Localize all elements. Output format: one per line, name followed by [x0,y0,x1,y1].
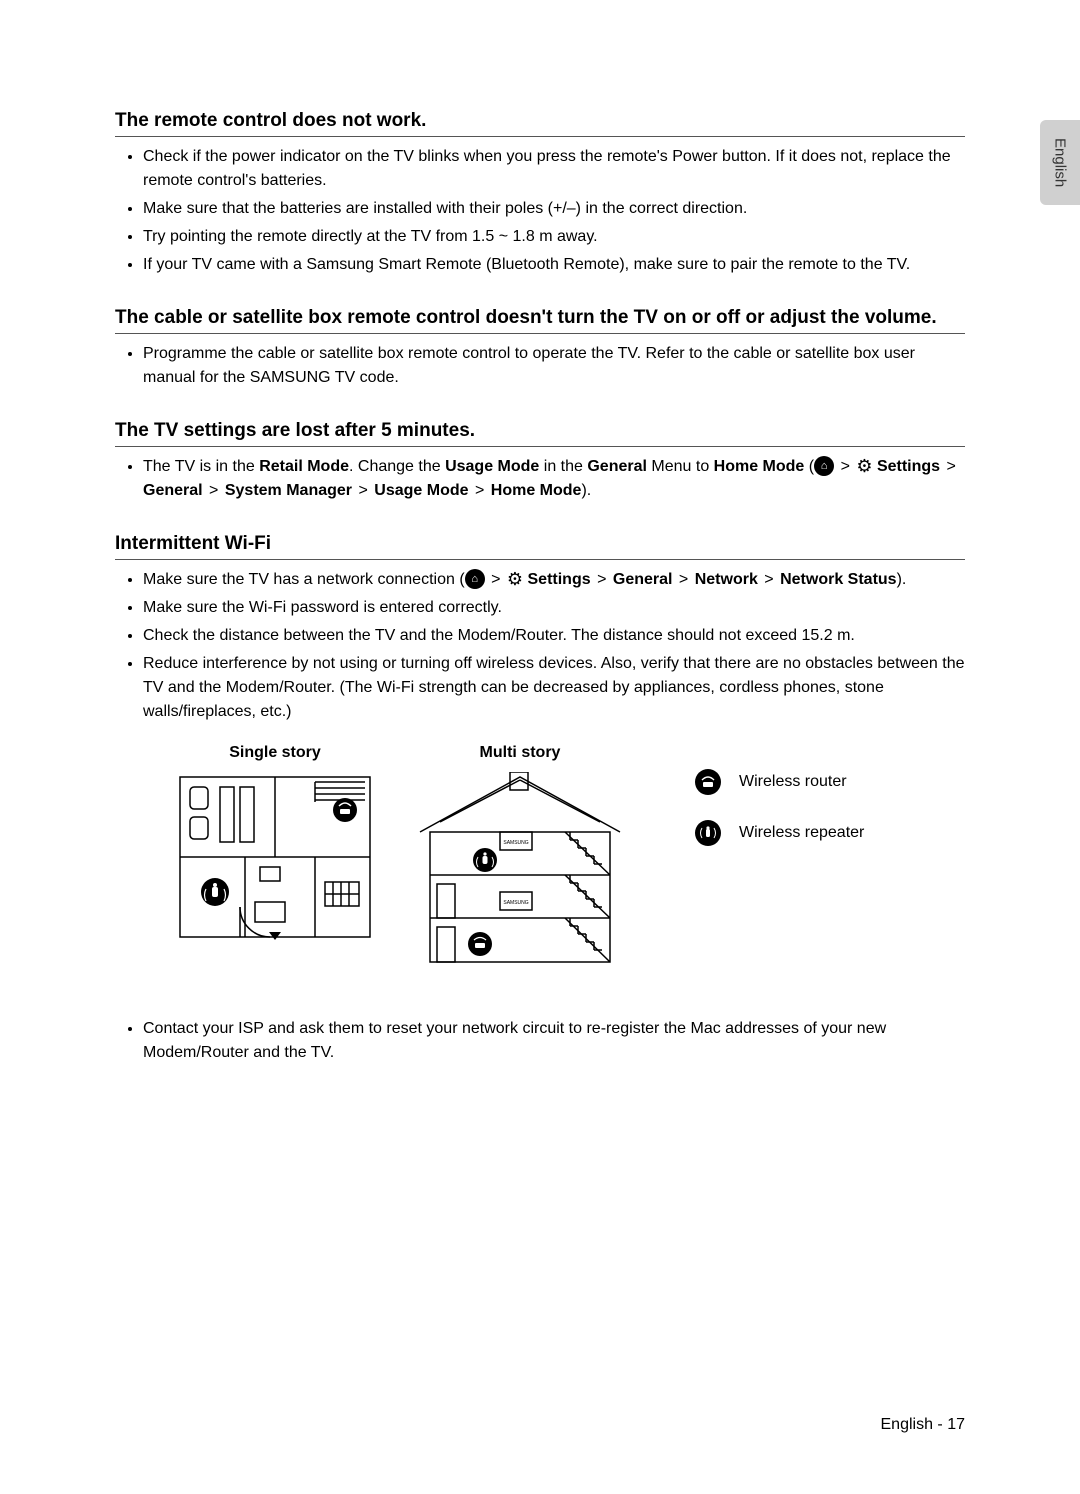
section-title-wifi: Intermittent Wi-Fi [115,533,965,560]
section-remote-list: Check if the power indicator on the TV b… [115,145,965,277]
chevron-right-icon: > [595,568,608,592]
floorplan-svg [175,772,375,942]
svg-text:SAMSUNG: SAMSUNG [503,900,528,906]
bold-text: Settings [528,571,591,588]
bold-text: General [143,482,203,499]
list-item: Check if the power indicator on the TV b… [143,145,965,193]
diagram-multi-story: Multi story [415,744,625,972]
chevron-right-icon: > [473,479,486,503]
chevron-right-icon: > [762,568,775,592]
bold-text: Home Mode [491,482,582,499]
house-svg: SAMSUNG SAMSUNG [415,772,625,972]
diagram-title: Single story [229,744,321,762]
section-settings-list: The TV is in the Retail Mode. Change the… [115,455,965,503]
page-content: The remote control does not work. Check … [0,0,1080,1119]
router-icon [695,769,721,795]
bold-text: Settings [877,458,940,475]
repeater-icon [695,820,721,846]
list-item: Try pointing the remote directly at the … [143,225,965,249]
list-item: The TV is in the Retail Mode. Change the… [143,455,965,503]
legend-row-repeater: Wireless repeater [695,820,864,846]
bold-text: Usage Mode [445,458,539,475]
page-footer: English - 17 [881,1416,966,1434]
svg-text:SAMSUNG: SAMSUNG [503,840,528,846]
bold-text: General [587,458,647,475]
chevron-right-icon: > [677,568,690,592]
chevron-right-icon: > [489,568,502,592]
diagram-row: Single story [115,744,965,972]
text: ). [897,571,907,588]
diagram-legend: Wireless router Wireless repeater [695,769,864,871]
text: Make sure the TV has a network connectio… [143,571,465,588]
legend-label: Wireless router [739,773,847,791]
list-item: Reduce interference by not using or turn… [143,652,965,724]
home-icon: ⌂ [465,569,485,589]
section-wifi-list-2: Contact your ISP and ask them to reset y… [115,1017,965,1065]
legend-row-router: Wireless router [695,769,864,795]
section-title-remote: The remote control does not work. [115,110,965,137]
text: The TV is in the [143,458,259,475]
list-item: If your TV came with a Samsung Smart Rem… [143,253,965,277]
list-item: Make sure that the batteries are install… [143,197,965,221]
chevron-right-icon: > [207,479,220,503]
section-wifi-list: Make sure the TV has a network connectio… [115,568,965,724]
diagram-title: Multi story [480,744,561,762]
section-title-settings-lost: The TV settings are lost after 5 minutes… [115,420,965,447]
list-item: Contact your ISP and ask them to reset y… [143,1017,965,1065]
text: ( [804,458,814,475]
list-item: Check the distance between the TV and th… [143,624,965,648]
list-item: Make sure the Wi-Fi password is entered … [143,596,965,620]
list-item: Programme the cable or satellite box rem… [143,342,965,390]
bold-text: Retail Mode [259,458,349,475]
list-item: Make sure the TV has a network connectio… [143,568,965,592]
bold-text: Home Mode [714,458,805,475]
text: . Change the [349,458,445,475]
home-icon: ⌂ [814,456,834,476]
chevron-right-icon: > [356,479,369,503]
text: in the [539,458,587,475]
chevron-right-icon: > [839,455,852,479]
chevron-right-icon: > [945,455,958,479]
gear-icon: ⚙ [856,457,872,475]
section-cable-list: Programme the cable or satellite box rem… [115,342,965,390]
bold-text: Usage Mode [374,482,468,499]
text: Menu to [647,458,714,475]
bold-text: System Manager [225,482,352,499]
gear-icon: ⚙ [507,570,523,588]
legend-label: Wireless repeater [739,824,864,842]
bold-text: Network [695,571,758,588]
diagram-single-story: Single story [175,744,375,942]
section-title-cable: The cable or satellite box remote contro… [115,307,965,334]
bold-text: General [613,571,673,588]
text: ). [581,482,591,499]
bold-text: Network Status [780,571,896,588]
